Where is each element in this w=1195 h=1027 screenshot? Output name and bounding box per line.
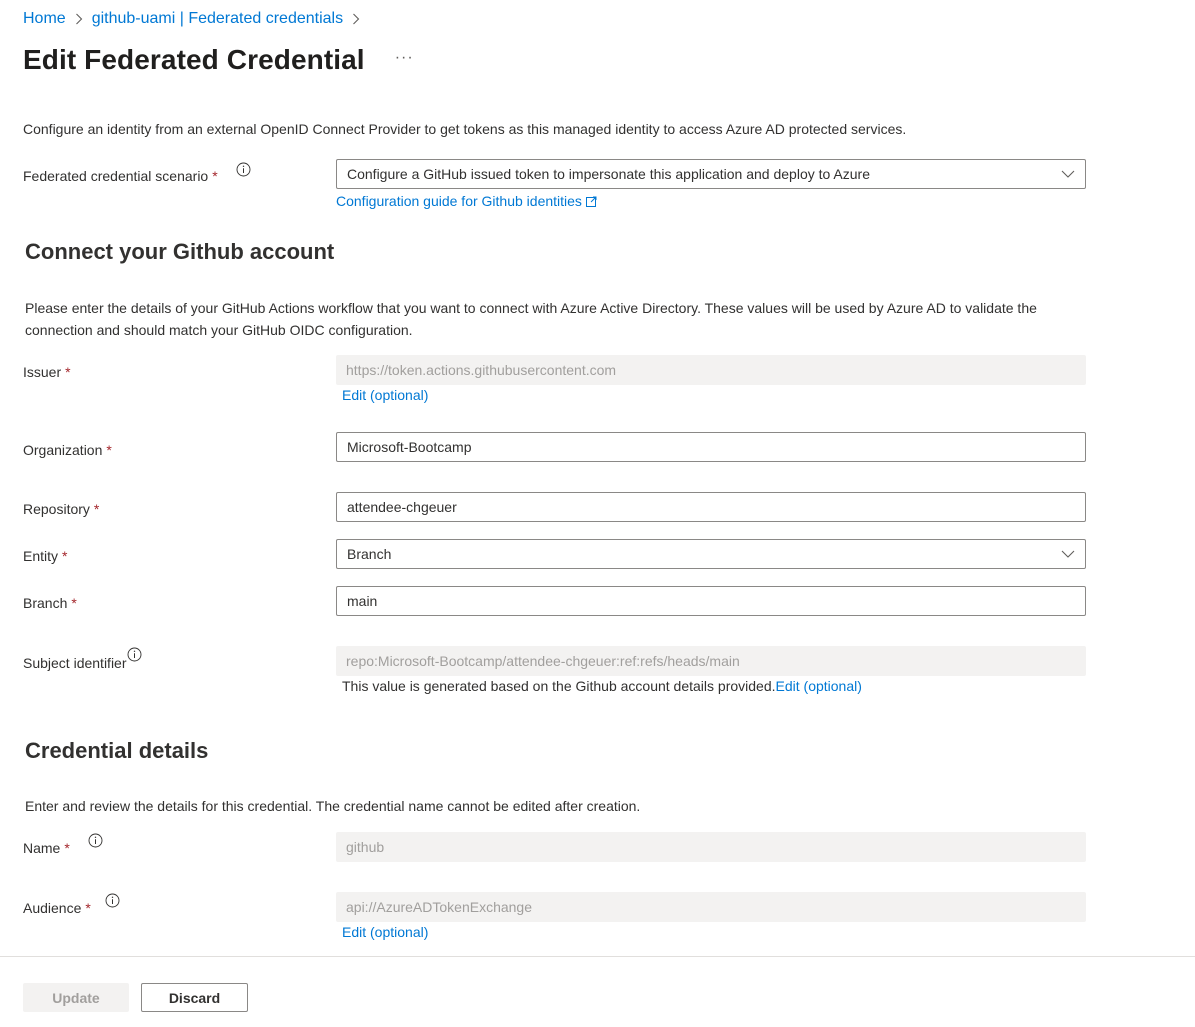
repository-value: attendee-chgeuer	[347, 499, 457, 515]
organization-label: Organization *	[23, 442, 112, 458]
chevron-down-icon	[1061, 170, 1075, 178]
issuer-edit-link[interactable]: Edit (optional)	[342, 387, 428, 403]
entity-label-text: Entity	[23, 548, 59, 564]
required-marker: *	[64, 840, 70, 856]
scenario-selected-value: Configure a GitHub issued token to imper…	[347, 166, 870, 182]
branch-label-text: Branch	[23, 595, 68, 611]
title-row: Edit Federated Credential ···	[23, 44, 414, 76]
audience-field: api://AzureADTokenExchange	[336, 892, 1086, 922]
required-marker: *	[71, 595, 77, 611]
required-marker: *	[62, 548, 68, 564]
audience-label-text: Audience	[23, 900, 82, 916]
audience-label: Audience *	[23, 893, 120, 916]
entity-label: Entity *	[23, 548, 67, 564]
github-section-description: Please enter the details of your GitHub …	[25, 300, 1037, 338]
scenario-dropdown[interactable]: Configure a GitHub issued token to imper…	[336, 159, 1086, 189]
subject-helper-text: This value is generated based on the Git…	[342, 678, 776, 694]
required-marker: *	[65, 364, 71, 380]
intro-text: Configure an identity from an external O…	[23, 121, 907, 137]
info-icon[interactable]	[236, 162, 251, 177]
branch-value: main	[347, 593, 378, 609]
subject-identifier-label: Subject identifier	[23, 647, 141, 671]
external-link-icon	[585, 194, 597, 210]
issuer-label-text: Issuer	[23, 364, 62, 380]
credential-section-description: Enter and review the details for this cr…	[25, 798, 641, 814]
name-label-text: Name	[23, 840, 61, 856]
required-marker: *	[212, 168, 218, 184]
discard-button[interactable]: Discard	[141, 983, 248, 1012]
configuration-guide-link-text: Configuration guide for Github identitie…	[336, 193, 582, 209]
required-marker: *	[106, 442, 112, 458]
required-marker: *	[85, 900, 91, 916]
organization-label-text: Organization	[23, 442, 103, 458]
page-title: Edit Federated Credential	[23, 44, 365, 75]
update-button[interactable]: Update	[23, 983, 129, 1012]
info-icon[interactable]	[88, 833, 103, 848]
subject-identifier-value: repo:Microsoft-Bootcamp/attendee-chgeuer…	[346, 653, 740, 669]
repository-label: Repository *	[23, 501, 99, 517]
breadcrumb-federated-credentials-link[interactable]: github-uami | Federated credentials	[92, 10, 343, 28]
credential-section-title: Credential details	[25, 738, 209, 763]
issuer-value: https://token.actions.githubusercontent.…	[346, 362, 617, 378]
repository-label-text: Repository	[23, 501, 90, 517]
configuration-guide-link[interactable]: Configuration guide for Github identitie…	[336, 193, 597, 210]
organization-value: Microsoft-Bootcamp	[347, 439, 472, 455]
breadcrumb-home-link[interactable]: Home	[23, 10, 66, 28]
branch-input[interactable]: main	[336, 586, 1086, 616]
entity-selected-value: Branch	[347, 546, 392, 562]
subject-identifier-edit-link[interactable]: Edit (optional)	[776, 678, 862, 694]
subject-identifier-label-text: Subject identifier	[23, 655, 127, 671]
chevron-down-icon	[1061, 550, 1075, 558]
name-label: Name *	[23, 833, 103, 856]
scenario-label: Federated credential scenario *	[23, 162, 251, 184]
subject-identifier-helper: This value is generated based on the Git…	[342, 678, 862, 694]
issuer-label: Issuer *	[23, 364, 71, 380]
branch-label: Branch *	[23, 595, 77, 611]
scenario-label-text: Federated credential scenario	[23, 168, 209, 184]
name-field: github	[336, 832, 1086, 862]
chevron-right-icon	[352, 13, 360, 25]
entity-dropdown[interactable]: Branch	[336, 539, 1086, 569]
audience-edit-link[interactable]: Edit (optional)	[342, 924, 428, 940]
github-section-title: Connect your Github account	[25, 239, 335, 264]
repository-input[interactable]: attendee-chgeuer	[336, 492, 1086, 522]
name-value: github	[346, 839, 385, 855]
issuer-field: https://token.actions.githubusercontent.…	[336, 355, 1086, 385]
subject-identifier-field: repo:Microsoft-Bootcamp/attendee-chgeuer…	[336, 646, 1086, 676]
info-icon[interactable]	[105, 893, 120, 908]
audience-value: api://AzureADTokenExchange	[346, 899, 532, 915]
chevron-right-icon	[75, 13, 83, 25]
breadcrumb: Home github-uami | Federated credentials	[23, 10, 369, 28]
footer-divider	[0, 956, 1195, 957]
required-marker: *	[93, 501, 100, 517]
more-options-button[interactable]: ···	[395, 49, 414, 67]
info-icon[interactable]	[127, 647, 141, 662]
organization-input[interactable]: Microsoft-Bootcamp	[336, 432, 1086, 462]
